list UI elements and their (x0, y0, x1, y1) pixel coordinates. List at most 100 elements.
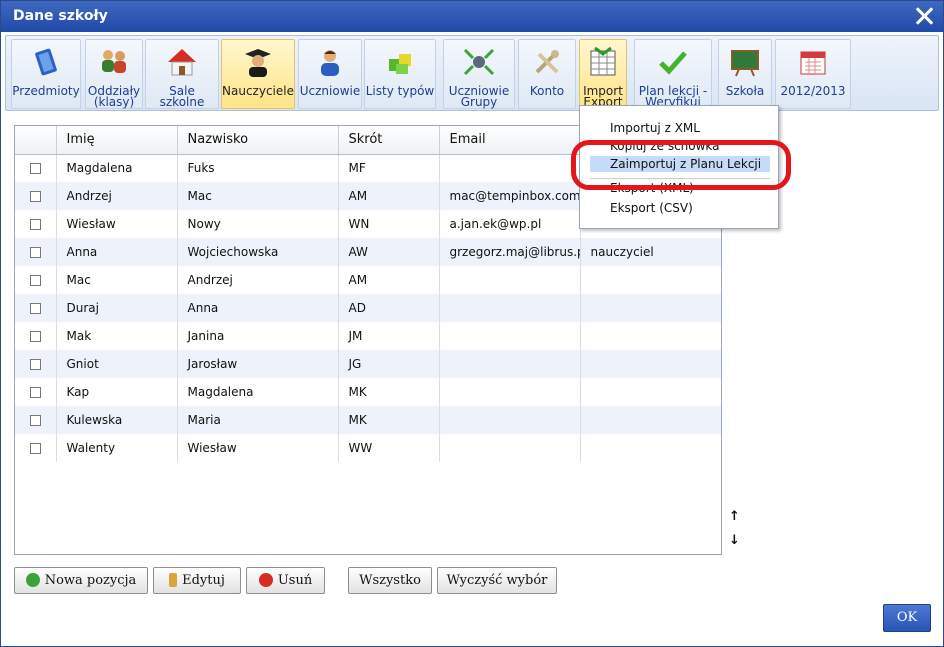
row-checkbox[interactable] (30, 275, 41, 286)
tab-przedmioty[interactable]: Przedmioty (11, 39, 81, 109)
row-checkbox[interactable] (30, 359, 41, 370)
row-checkbox[interactable] (30, 163, 41, 175)
cell-email: mac@tempinbox.com (439, 182, 581, 210)
pencil-icon (169, 572, 178, 587)
tab-nauczyciele[interactable]: Nauczyciele (221, 39, 295, 109)
cell-imie: Kap (56, 378, 178, 406)
tab-import-export[interactable]: Import Export (579, 39, 627, 109)
cell-imie: Magdalena (56, 154, 178, 182)
chalkboard-icon (731, 50, 759, 77)
cell-email (439, 378, 581, 406)
cubes-icon (389, 54, 411, 74)
cell-imie: Anna (56, 238, 178, 266)
cell-skrot: JM (338, 322, 440, 350)
column-header-nazwisko[interactable]: Nazwisko (177, 126, 339, 155)
cell-skrot: AM (338, 182, 440, 210)
row-checkbox[interactable] (30, 303, 41, 314)
cell-imie: Mak (56, 322, 178, 350)
cell-nazwisko: Nowy (177, 210, 339, 238)
cell-extra (580, 406, 721, 434)
cell-nazwisko: Wiesław (177, 434, 339, 462)
menu-item-export-csv[interactable]: Eksport (CSV) (590, 200, 770, 216)
title-bar: Dane szkoły (1, 1, 943, 32)
table-row[interactable]: Gniot Jarosław JG (15, 350, 721, 378)
tab-uczniowie-grupy[interactable]: Uczniowie Grupy (443, 39, 515, 109)
cell-extra: nauczyciel (580, 238, 721, 266)
tab-oddzialy[interactable]: Oddziały (klasy) (85, 39, 143, 109)
spreadsheet-icon (590, 46, 616, 76)
cell-email (439, 322, 581, 350)
row-checkbox[interactable] (30, 331, 41, 342)
table-row[interactable]: Anna Wojciechowska AW grzegorz.maj@libru… (15, 238, 721, 266)
cell-imie: Gniot (56, 350, 178, 378)
move-up-icon[interactable]: ↑ (729, 509, 741, 533)
column-header-select[interactable] (15, 126, 57, 155)
cell-skrot: WW (338, 434, 440, 462)
close-icon[interactable] (913, 5, 935, 27)
cell-nazwisko: Janina (177, 322, 339, 350)
cell-nazwisko: Wojciechowska (177, 238, 339, 266)
tab-sale-szkolne[interactable]: Sale szkolne (145, 39, 219, 109)
row-checkbox[interactable] (30, 443, 41, 454)
tab-uczniowie[interactable]: Uczniowie (298, 39, 362, 109)
cell-nazwisko: Fuks (177, 154, 339, 182)
select-all-button[interactable]: Wszystko (348, 567, 432, 594)
cell-extra (580, 378, 721, 406)
table-row[interactable]: Kap Magdalena MK (15, 378, 721, 406)
new-item-button[interactable]: Nowa pozycja (14, 567, 148, 594)
table-row[interactable]: Kulewska Maria MK (15, 406, 721, 434)
move-down-icon[interactable]: ↓ (729, 533, 741, 557)
teacher-icon (245, 49, 271, 77)
table-row[interactable]: Duraj Anna AD (15, 294, 721, 322)
cell-email (439, 406, 581, 434)
cell-email (439, 154, 581, 182)
cell-skrot: MK (338, 378, 440, 406)
dialog-window: Dane szkoły Przedmioty Oddziały (klasy) … (0, 0, 944, 647)
cell-imie: Mac (56, 266, 178, 294)
cell-email (439, 350, 581, 378)
tab-konto[interactable]: Konto (518, 39, 576, 109)
clear-selection-button[interactable]: Wyczyść wybór (437, 567, 557, 594)
table-row[interactable]: Walenty Wiesław WW (15, 434, 721, 462)
table-row[interactable]: Mak Janina JM (15, 322, 721, 350)
cell-imie: Wiesław (56, 210, 178, 238)
cell-extra (580, 294, 721, 322)
reorder-arrows: ↑ ↓ (729, 509, 741, 557)
cell-skrot: JG (338, 350, 440, 378)
menu-item-import-xml[interactable]: Importuj z XML (590, 120, 770, 136)
highlight-ring (571, 140, 791, 190)
row-checkbox[interactable] (30, 415, 41, 426)
tab-listy-typow[interactable]: Listy typów (364, 39, 436, 109)
checkmark-icon (659, 51, 687, 75)
cell-imie: Walenty (56, 434, 178, 462)
group-icon (102, 50, 126, 73)
cell-extra (580, 322, 721, 350)
cell-imie: Andrzej (56, 182, 178, 210)
cell-extra (580, 266, 721, 294)
row-checkbox[interactable] (30, 219, 41, 230)
cell-imie: Duraj (56, 294, 178, 322)
delete-button[interactable]: Usuń (246, 567, 325, 594)
cell-nazwisko: Andrzej (177, 266, 339, 294)
ok-button[interactable]: OK (883, 604, 931, 632)
cell-nazwisko: Jarosław (177, 350, 339, 378)
edit-button[interactable]: Edytuj (153, 567, 241, 594)
column-header-email[interactable]: Email (439, 126, 581, 155)
column-header-imie[interactable]: Imię (56, 126, 178, 155)
tab-plan-lekcji[interactable]: Plan lekcji - Weryfikuj (634, 39, 712, 109)
row-checkbox[interactable] (30, 247, 41, 258)
house-icon (168, 49, 196, 76)
table-row[interactable]: Mac Andrzej AM (15, 266, 721, 294)
tab-szkola[interactable]: Szkoła (718, 39, 772, 109)
cell-extra (580, 434, 721, 462)
row-checkbox[interactable] (30, 191, 41, 202)
row-checkbox[interactable] (30, 387, 41, 398)
cell-nazwisko: Anna (177, 294, 339, 322)
window-title: Dane szkoły (13, 8, 108, 24)
cell-nazwisko: Mac (177, 182, 339, 210)
cell-imie: Kulewska (56, 406, 178, 434)
column-header-skrot[interactable]: Skrót (338, 126, 440, 155)
cell-email (439, 434, 581, 462)
tab-rok-szkolny[interactable]: 2012/2013 (775, 39, 851, 109)
student-icon (321, 50, 339, 76)
